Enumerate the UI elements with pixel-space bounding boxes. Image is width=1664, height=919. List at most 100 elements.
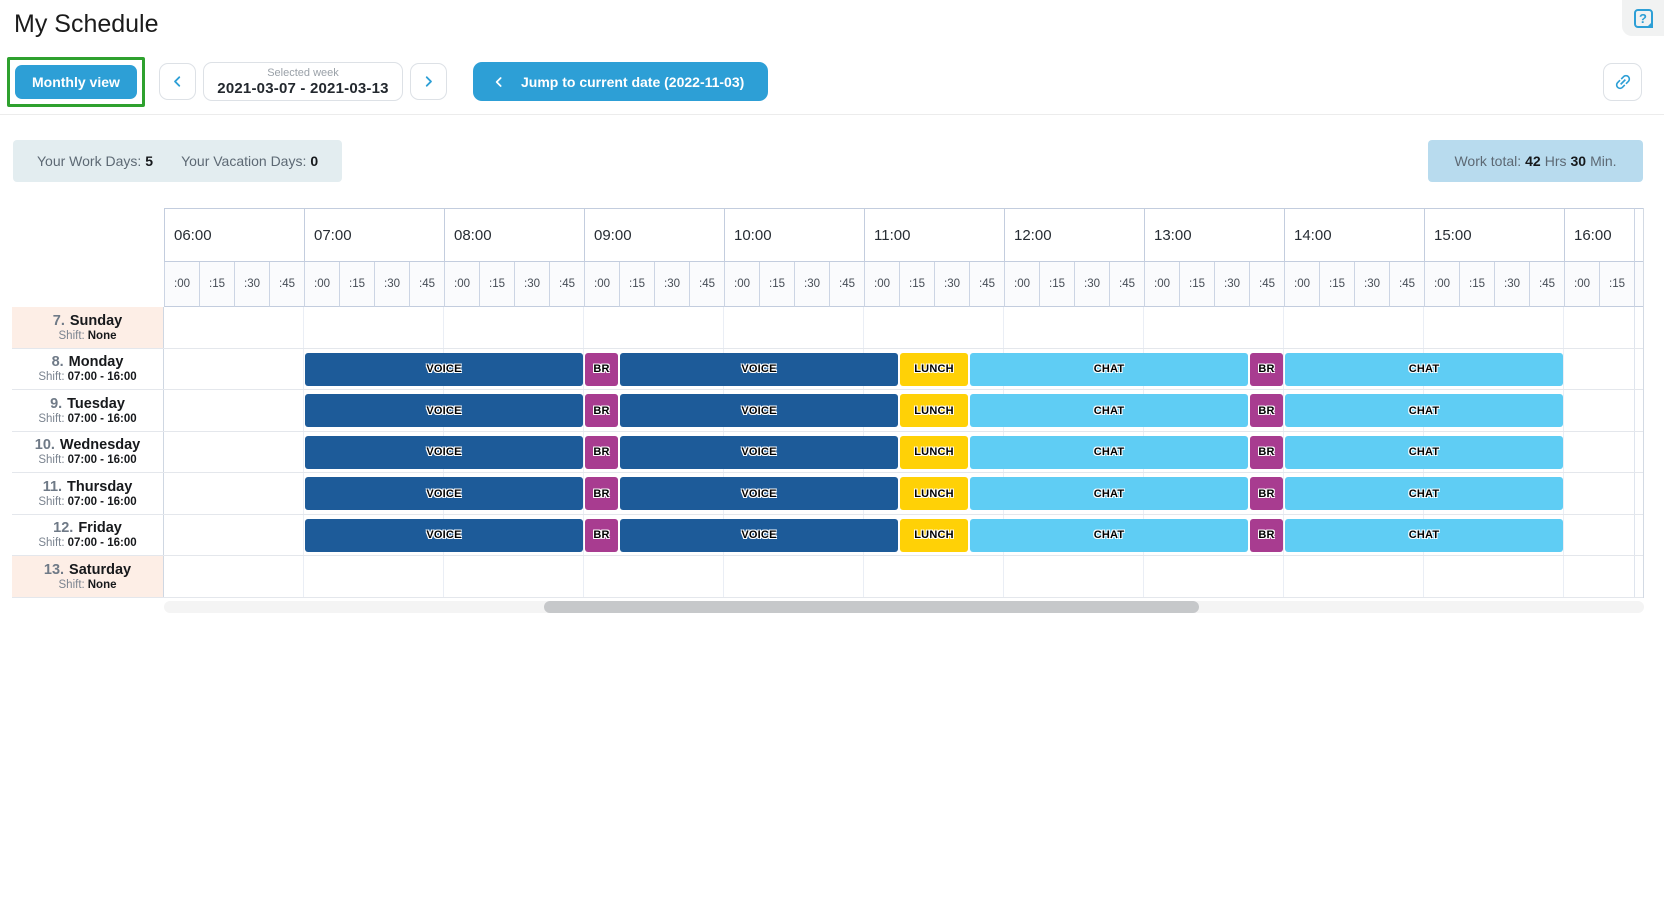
- segment-chat: CHAT: [970, 519, 1248, 552]
- quarter-cell: :00: [1284, 262, 1319, 307]
- horizontal-scrollbar[interactable]: [164, 601, 1644, 613]
- day-name-line: 13.Saturday: [44, 562, 131, 578]
- shift-label: Shift:: [38, 496, 64, 508]
- day-row: 13.SaturdayShift:None: [12, 556, 1644, 598]
- day-number: 13.: [44, 562, 64, 578]
- day-name: Sunday: [70, 313, 122, 329]
- day-row: 8.MondayShift:07:00 - 16:00VOICEBRVOICEL…: [12, 349, 1644, 391]
- shift-value: 07:00 - 16:00: [68, 454, 137, 466]
- segment-voice: VOICE: [305, 477, 583, 510]
- quarter-header-stub: [1634, 262, 1643, 307]
- hour-cell: 08:00: [444, 208, 584, 262]
- segment-br: BR: [1250, 477, 1283, 510]
- scrollbar-thumb[interactable]: [544, 601, 1199, 613]
- segment-chat: CHAT: [970, 394, 1248, 427]
- quarter-cell: :00: [1424, 262, 1459, 307]
- day-timeline: VOICEBRVOICELUNCHCHATBRCHAT: [164, 473, 1635, 514]
- quarter-cell: :00: [304, 262, 339, 307]
- quarter-cell: :45: [1529, 262, 1564, 307]
- segment-br: BR: [585, 519, 618, 552]
- schedule-section: 06:0007:0008:0009:0010:0011:0012:0013:00…: [12, 208, 1644, 613]
- segment-chat: CHAT: [1285, 477, 1563, 510]
- day-number: 11.: [43, 479, 62, 495]
- day-name-line: 10.Wednesday: [35, 437, 141, 453]
- quarter-header-row: :00:15:30:45:00:15:30:45:00:15:30:45:00:…: [164, 262, 1643, 307]
- hour-cell: 14:00: [1284, 208, 1424, 262]
- shift-value: None: [88, 330, 117, 342]
- quarter-cell: :45: [1249, 262, 1284, 307]
- day-name: Monday: [69, 354, 124, 370]
- quarter-cell: :00: [724, 262, 759, 307]
- hour-cell: 11:00: [864, 208, 1004, 262]
- page-title: My Schedule: [14, 10, 159, 39]
- work-total-hours: 42: [1525, 153, 1541, 169]
- shift-line: Shift:None: [59, 330, 117, 342]
- quarter-cell: :15: [339, 262, 374, 307]
- monthly-view-button[interactable]: Monthly view: [15, 65, 137, 99]
- jump-to-current-date-label: Jump to current date (2022-11-03): [521, 74, 744, 90]
- quarter-cell: :45: [1109, 262, 1144, 307]
- day-label: 7. SundayShift:None: [12, 307, 164, 348]
- segment-chat: CHAT: [1285, 436, 1563, 469]
- shift-line: Shift:07:00 - 16:00: [38, 371, 136, 383]
- shift-label: Shift:: [59, 330, 85, 342]
- shift-value: 07:00 - 16:00: [68, 413, 137, 425]
- quarter-cell: :30: [934, 262, 969, 307]
- hour-header-stub: [1634, 208, 1643, 262]
- day-number: 12.: [53, 520, 73, 536]
- day-number: 8.: [52, 354, 64, 370]
- segment-voice: VOICE: [305, 519, 583, 552]
- quarter-cell: :45: [689, 262, 724, 307]
- copy-link-button[interactable]: [1603, 63, 1642, 101]
- day-timeline: VOICEBRVOICELUNCHCHATBRCHAT: [164, 515, 1635, 556]
- day-timeline: [164, 556, 1635, 597]
- quarter-cell: :30: [514, 262, 549, 307]
- segment-chat: CHAT: [970, 436, 1248, 469]
- segment-lunch: LUNCH: [900, 394, 968, 427]
- previous-week-button[interactable]: [159, 63, 196, 100]
- segment-chat: CHAT: [1285, 353, 1563, 386]
- day-rows: 7.SundayShift:None8.MondayShift:07:00 - …: [12, 307, 1643, 598]
- link-icon: [1613, 72, 1633, 92]
- vacation-days-stat: Your Vacation Days:0: [181, 153, 318, 169]
- segment-chat: CHAT: [1285, 519, 1563, 552]
- segment-lunch: LUNCH: [900, 477, 968, 510]
- quarter-cell: :30: [1214, 262, 1249, 307]
- day-name-line: 7. Sunday: [53, 313, 122, 329]
- day-label: 9.TuesdayShift:07:00 - 16:00: [12, 390, 164, 431]
- day-name: Thursday: [67, 479, 132, 495]
- quarter-cell: :15: [199, 262, 234, 307]
- quarter-cell: :30: [794, 262, 829, 307]
- quarter-cell: :15: [1319, 262, 1354, 307]
- shift-value: 07:00 - 16:00: [68, 496, 137, 508]
- day-number: 7.: [53, 313, 65, 329]
- day-number: 10.: [35, 437, 55, 453]
- next-week-button[interactable]: [410, 63, 447, 100]
- segment-chat: CHAT: [1285, 394, 1563, 427]
- help-button[interactable]: ?: [1622, 0, 1664, 36]
- shift-value: 07:00 - 16:00: [68, 371, 137, 383]
- quarter-cell: :45: [969, 262, 1004, 307]
- work-days-stat: Your Work Days:5: [37, 153, 153, 169]
- quarter-cell: :00: [164, 262, 199, 307]
- shift-value: None: [88, 579, 117, 591]
- shift-label: Shift:: [38, 537, 64, 549]
- day-row: 10.WednesdayShift:07:00 - 16:00VOICEBRVO…: [12, 432, 1644, 474]
- quarter-cell: :30: [1074, 262, 1109, 307]
- day-label: 11. ThursdayShift: 07:00 - 16:00: [12, 473, 164, 514]
- day-row: 9.TuesdayShift:07:00 - 16:00VOICEBRVOICE…: [12, 390, 1644, 432]
- quarter-cell: :00: [584, 262, 619, 307]
- work-total-badge: Work total:42Hrs30Min.: [1428, 140, 1643, 182]
- hour-cell: 07:00: [304, 208, 444, 262]
- header-divider: [0, 114, 1664, 115]
- segment-br: BR: [1250, 394, 1283, 427]
- selected-week-value: 2021-03-07 - 2021-03-13: [217, 80, 388, 97]
- jump-to-current-date-button[interactable]: Jump to current date (2022-11-03): [473, 62, 768, 101]
- shift-label: Shift:: [38, 413, 64, 425]
- segment-br: BR: [1250, 353, 1283, 386]
- stats-summary: Your Work Days:5 Your Vacation Days:0: [13, 140, 342, 182]
- quarter-cell: :15: [1459, 262, 1494, 307]
- schedule-grid: 06:0007:0008:0009:0010:0011:0012:0013:00…: [12, 208, 1644, 598]
- day-name-line: 12.Friday: [53, 520, 122, 536]
- segment-voice: VOICE: [305, 353, 583, 386]
